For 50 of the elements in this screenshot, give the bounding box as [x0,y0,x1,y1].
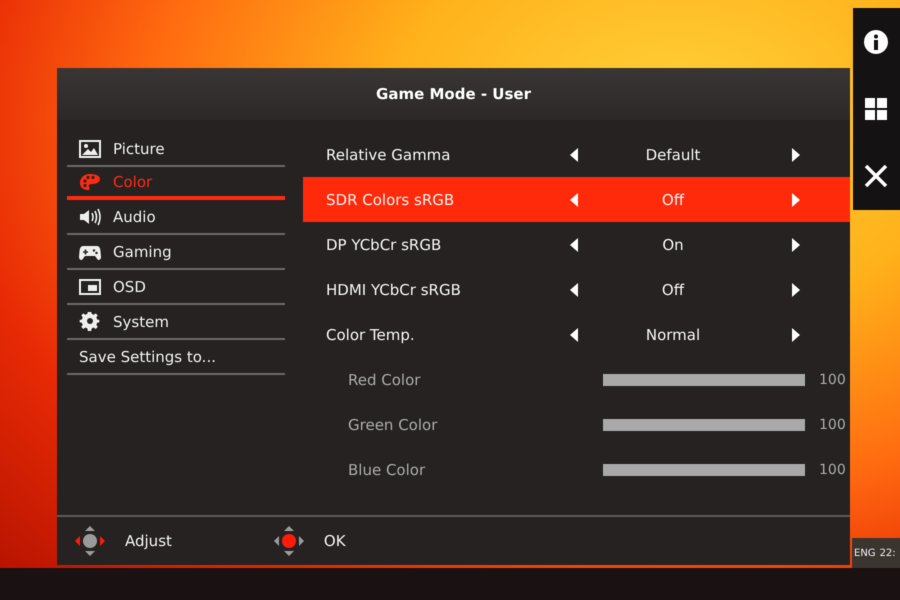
setting-label: HDMI YCbCr sRGB [326,280,462,298]
right-arrow-icon[interactable] [792,282,800,296]
setting-value: Default [644,146,702,164]
sidebar-item[interactable]: Audio [67,200,285,235]
setting-row[interactable]: HDMI YCbCr sRGB Off [303,267,850,312]
setting-label: Blue Color [347,460,426,478]
setting-label: Color Temp. [326,326,416,344]
slider-value: 100 [819,372,846,388]
setting-label: Green Color [347,416,438,434]
close-icon[interactable] [863,163,889,190]
right-arrow-icon[interactable] [792,328,800,342]
hint-label: Adjust [125,532,172,550]
clock: 22: [880,548,896,558]
setting-label: DP YCbCr sRGB [326,236,442,254]
slider-value: 100 [819,462,846,478]
left-arrow-icon[interactable] [570,238,578,252]
left-arrow-icon[interactable] [570,148,578,162]
setting-value: Normal [644,326,702,344]
setting-value: Off [660,280,686,298]
osd-icon [79,276,101,296]
left-arrow-icon[interactable] [570,328,578,342]
hint-label: OK [324,532,346,550]
grid-icon[interactable] [863,96,889,122]
setting-row[interactable]: DP YCbCr sRGB On [303,222,850,267]
left-arrow-icon[interactable] [570,282,578,296]
right-arrow-icon[interactable] [792,238,800,252]
sidebar-item[interactable]: Gaming [67,235,285,270]
setting-value: On [661,236,685,254]
sidebar-item[interactable]: Picture [67,132,285,167]
speaker-icon [79,206,101,226]
direction-pad-icon [73,524,107,558]
info-icon[interactable] [863,28,889,55]
slider-value: 100 [819,416,846,432]
setting-row[interactable]: Relative Gamma Default [303,132,850,177]
sidebar-item[interactable]: OSD [67,270,285,305]
setting-label: Red Color [347,370,422,388]
sidebar-item[interactable]: System [67,305,285,340]
gear-icon [79,312,101,332]
setting-label: SDR Colors sRGB [326,190,456,208]
setting-value: Off [660,190,686,208]
sidebar-item[interactable]: Save Settings to... [67,340,285,375]
setting-row[interactable]: Color Temp. Normal [303,312,850,357]
picture-icon [79,138,101,158]
sidebar-item[interactable]: Color [67,167,285,200]
palette-icon [79,172,101,192]
menu-title: Game Mode - User [57,68,850,120]
direction-pad-icon [272,524,306,558]
language-indicator[interactable]: ENG [854,548,876,558]
setting-label: Relative Gamma [326,146,452,164]
right-arrow-icon[interactable] [792,148,800,162]
